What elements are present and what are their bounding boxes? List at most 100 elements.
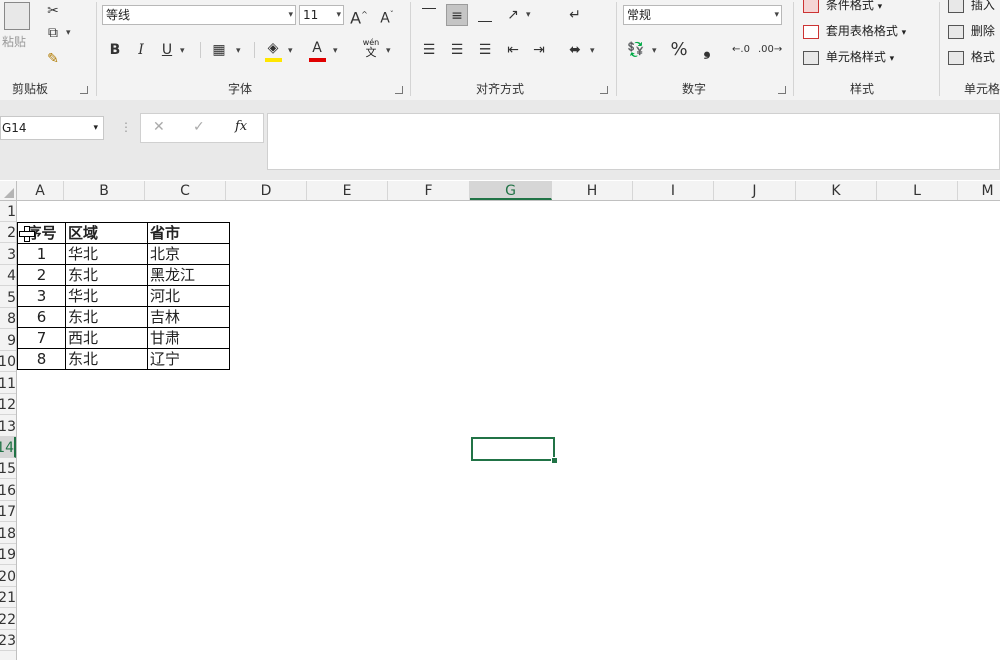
table-cell[interactable]: 北京 xyxy=(147,243,230,265)
row-header-23[interactable]: 23 xyxy=(0,630,16,651)
column-header-J[interactable]: J xyxy=(714,181,796,200)
row-header-21[interactable]: 21 xyxy=(0,587,16,609)
font-color-icon[interactable]: A xyxy=(306,37,328,59)
row-header-13[interactable]: 13 xyxy=(0,416,16,437)
font-family-select[interactable]: 等线 ▾ xyxy=(102,5,296,25)
table-cell[interactable]: 东北 xyxy=(65,348,148,370)
column-header-I[interactable]: I xyxy=(633,181,714,200)
underline-dropdown-icon[interactable]: ▾ xyxy=(180,46,185,56)
row-header-17[interactable]: 17 xyxy=(0,501,16,523)
italic-button[interactable]: I xyxy=(130,39,152,61)
conditional-formatting-button[interactable]: 条件格式 ▾ xyxy=(803,0,882,16)
cell-styles-button[interactable]: 单元格样式 ▾ xyxy=(803,48,894,68)
row-header-5[interactable]: 5 xyxy=(0,287,16,308)
row-header-16[interactable]: 16 xyxy=(0,480,16,501)
fill-handle[interactable] xyxy=(551,457,558,464)
orientation-icon[interactable]: ↗ xyxy=(502,4,524,26)
row-header-11[interactable]: 11 xyxy=(0,373,16,394)
number-launcher-icon[interactable] xyxy=(778,86,786,94)
column-header-E[interactable]: E xyxy=(307,181,388,200)
table-cell[interactable]: 3 xyxy=(17,285,66,307)
merge-dropdown-icon[interactable]: ▾ xyxy=(590,46,595,56)
table-cell[interactable]: 辽宁 xyxy=(147,348,230,370)
format-as-table-button[interactable]: 套用表格格式 ▾ xyxy=(803,22,906,42)
table-cell[interactable]: 华北 xyxy=(65,285,148,307)
bold-button[interactable]: B xyxy=(104,39,126,61)
row-header-3[interactable]: 3 xyxy=(0,244,16,265)
wrap-text-icon[interactable]: ↵ xyxy=(564,4,586,26)
decrease-decimal-icon[interactable]: .00→ xyxy=(758,39,782,61)
table-cell[interactable]: 黑龙江 xyxy=(147,264,230,286)
column-header-D[interactable]: D xyxy=(226,181,307,200)
comma-style-button[interactable]: ❟ xyxy=(696,39,718,61)
increase-decimal-icon[interactable]: ←.0 xyxy=(730,39,752,61)
row-header-18[interactable]: 18 xyxy=(0,523,16,544)
column-header-L[interactable]: L xyxy=(877,181,958,200)
header-cell[interactable]: 区域 xyxy=(65,222,148,244)
select-all-corner[interactable] xyxy=(0,181,17,200)
row-header-9[interactable]: 9 xyxy=(0,330,16,351)
align-middle-icon[interactable]: ≡ xyxy=(446,4,468,26)
enter-icon[interactable]: ✓ xyxy=(193,119,205,135)
row-header-4[interactable]: 4 xyxy=(0,265,16,287)
row-header-12[interactable]: 12 xyxy=(0,394,16,416)
font-launcher-icon[interactable] xyxy=(395,86,403,94)
shrink-font-button[interactable]: Aˇ xyxy=(376,4,398,27)
increase-indent-icon[interactable]: ⇥ xyxy=(528,39,550,61)
table-cell[interactable]: 河北 xyxy=(147,285,230,307)
copy-dropdown-icon[interactable]: ▾ xyxy=(66,28,71,38)
table-cell[interactable]: 东北 xyxy=(65,264,148,286)
column-header-F[interactable]: F xyxy=(388,181,470,200)
column-header-K[interactable]: K xyxy=(796,181,877,200)
number-format-select[interactable]: 常规 ▾ xyxy=(623,5,782,25)
format-cells-button[interactable]: 格式 xyxy=(948,48,995,68)
row-header-22[interactable]: 22 xyxy=(0,609,16,630)
row-header-10[interactable]: 10 xyxy=(0,351,16,373)
delete-cells-button[interactable]: 删除 xyxy=(948,22,995,42)
underline-button[interactable]: U xyxy=(156,39,178,61)
paste-button[interactable]: 粘贴 xyxy=(0,0,36,64)
phonetic-dropdown-icon[interactable]: ▾ xyxy=(386,46,391,56)
row-header-19[interactable]: 19 xyxy=(0,544,16,566)
row-header-2[interactable]: 2 xyxy=(0,222,16,244)
column-header-C[interactable]: C xyxy=(145,181,226,200)
name-box[interactable]: G14 ▾ xyxy=(0,116,104,140)
clipboard-launcher-icon[interactable] xyxy=(80,86,88,94)
cancel-icon[interactable]: ✕ xyxy=(153,119,165,135)
borders-icon[interactable]: ▦ xyxy=(208,39,230,61)
borders-dropdown-icon[interactable]: ▾ xyxy=(236,46,241,56)
header-cell[interactable]: 省市 xyxy=(147,222,230,244)
table-cell[interactable]: 1 xyxy=(17,243,66,265)
table-cell[interactable]: 东北 xyxy=(65,306,148,328)
accounting-dropdown-icon[interactable]: ▾ xyxy=(652,46,657,56)
format-painter-icon[interactable]: ✎ xyxy=(42,48,64,70)
row-header-8[interactable]: 8 xyxy=(0,308,16,330)
table-cell[interactable]: 西北 xyxy=(65,327,148,349)
copy-icon[interactable]: ⧉ xyxy=(42,22,64,44)
active-cell-G14[interactable] xyxy=(471,437,555,461)
column-header-M[interactable]: M xyxy=(958,181,1000,200)
orientation-dropdown-icon[interactable]: ▾ xyxy=(526,10,531,20)
table-cell[interactable]: 吉林 xyxy=(147,306,230,328)
font-color-dropdown-icon[interactable]: ▾ xyxy=(333,46,338,56)
row-header-20[interactable]: 20 xyxy=(0,566,16,587)
align-left-icon[interactable]: ☰ xyxy=(418,39,440,61)
column-header-A[interactable]: A xyxy=(17,181,64,200)
fill-color-dropdown-icon[interactable]: ▾ xyxy=(288,46,293,56)
table-cell[interactable]: 2 xyxy=(17,264,66,286)
cut-icon[interactable]: ✂ xyxy=(42,0,64,22)
align-right-icon[interactable]: ☰ xyxy=(474,39,496,61)
merge-center-icon[interactable]: ⬌ xyxy=(564,39,586,61)
fill-color-icon[interactable]: ◈ xyxy=(262,37,284,59)
insert-cells-button[interactable]: 插入 xyxy=(948,0,995,16)
table-cell[interactable]: 华北 xyxy=(65,243,148,265)
insert-function-icon[interactable]: fx xyxy=(235,119,247,134)
formula-input[interactable] xyxy=(267,113,1000,170)
column-header-B[interactable]: B xyxy=(64,181,145,200)
percent-button[interactable]: % xyxy=(668,39,690,61)
column-header-H[interactable]: H xyxy=(552,181,633,200)
accounting-format-icon[interactable]: 💱 xyxy=(625,39,647,61)
font-size-select[interactable]: 11 ▾ xyxy=(299,5,344,25)
column-header-G[interactable]: G xyxy=(470,181,552,200)
row-header-14[interactable]: 14 xyxy=(0,436,16,458)
